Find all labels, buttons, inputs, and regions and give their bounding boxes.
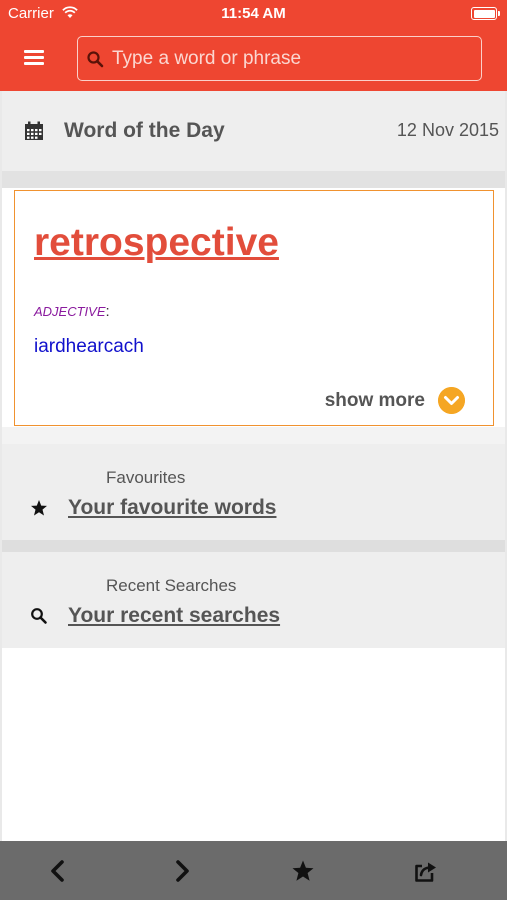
featured-word-link[interactable]: retrospective (34, 221, 279, 265)
star-icon (31, 500, 47, 516)
part-of-speech-label: ADJECTIVE (34, 304, 106, 319)
recent-searches-heading: Recent Searches (106, 576, 237, 595)
share-icon[interactable] (413, 859, 437, 883)
search-box[interactable] (77, 36, 482, 81)
hamburger-menu-icon[interactable] (24, 50, 44, 66)
word-of-the-day-header: Word of the Day 12 Nov 2015 (2, 91, 505, 171)
word-of-the-day-title: Word of the Day (64, 119, 225, 142)
forward-icon[interactable] (170, 859, 194, 883)
calendar-icon (25, 121, 43, 140)
status-bar: Carrier 11:54 AM (0, 0, 507, 28)
divider (2, 171, 505, 188)
bottom-toolbar (0, 841, 507, 900)
battery-icon (471, 7, 500, 20)
favourites-section: Favourites Your favourite words (2, 444, 505, 540)
divider (2, 540, 505, 552)
clock: 11:54 AM (221, 5, 286, 22)
translation-link[interactable]: iardhearcach (34, 336, 144, 358)
search-input[interactable] (112, 43, 472, 75)
search-icon (31, 608, 47, 624)
favourite-words-link[interactable]: Your favourite words (68, 496, 276, 520)
word-of-the-day-date: 12 Nov 2015 (396, 120, 499, 140)
word-of-the-day-card: retrospective ADJECTIVE: iardhearcach sh… (14, 190, 494, 426)
main-content: Word of the Day 12 Nov 2015 retrospectiv… (2, 91, 505, 841)
search-icon (87, 51, 104, 68)
chevron-down-circle-icon (438, 387, 465, 414)
app-header: Carrier 11:54 AM (0, 0, 507, 91)
show-more-label: show more (324, 390, 425, 411)
part-of-speech: ADJECTIVE: (34, 303, 110, 320)
divider (2, 427, 505, 444)
favourites-heading: Favourites (106, 468, 186, 487)
recent-searches-link[interactable]: Your recent searches (68, 604, 280, 628)
part-of-speech-colon: : (105, 303, 110, 320)
star-icon[interactable] (291, 859, 315, 883)
back-icon[interactable] (46, 859, 70, 883)
recent-searches-section: Recent Searches Your recent searches (2, 552, 505, 648)
